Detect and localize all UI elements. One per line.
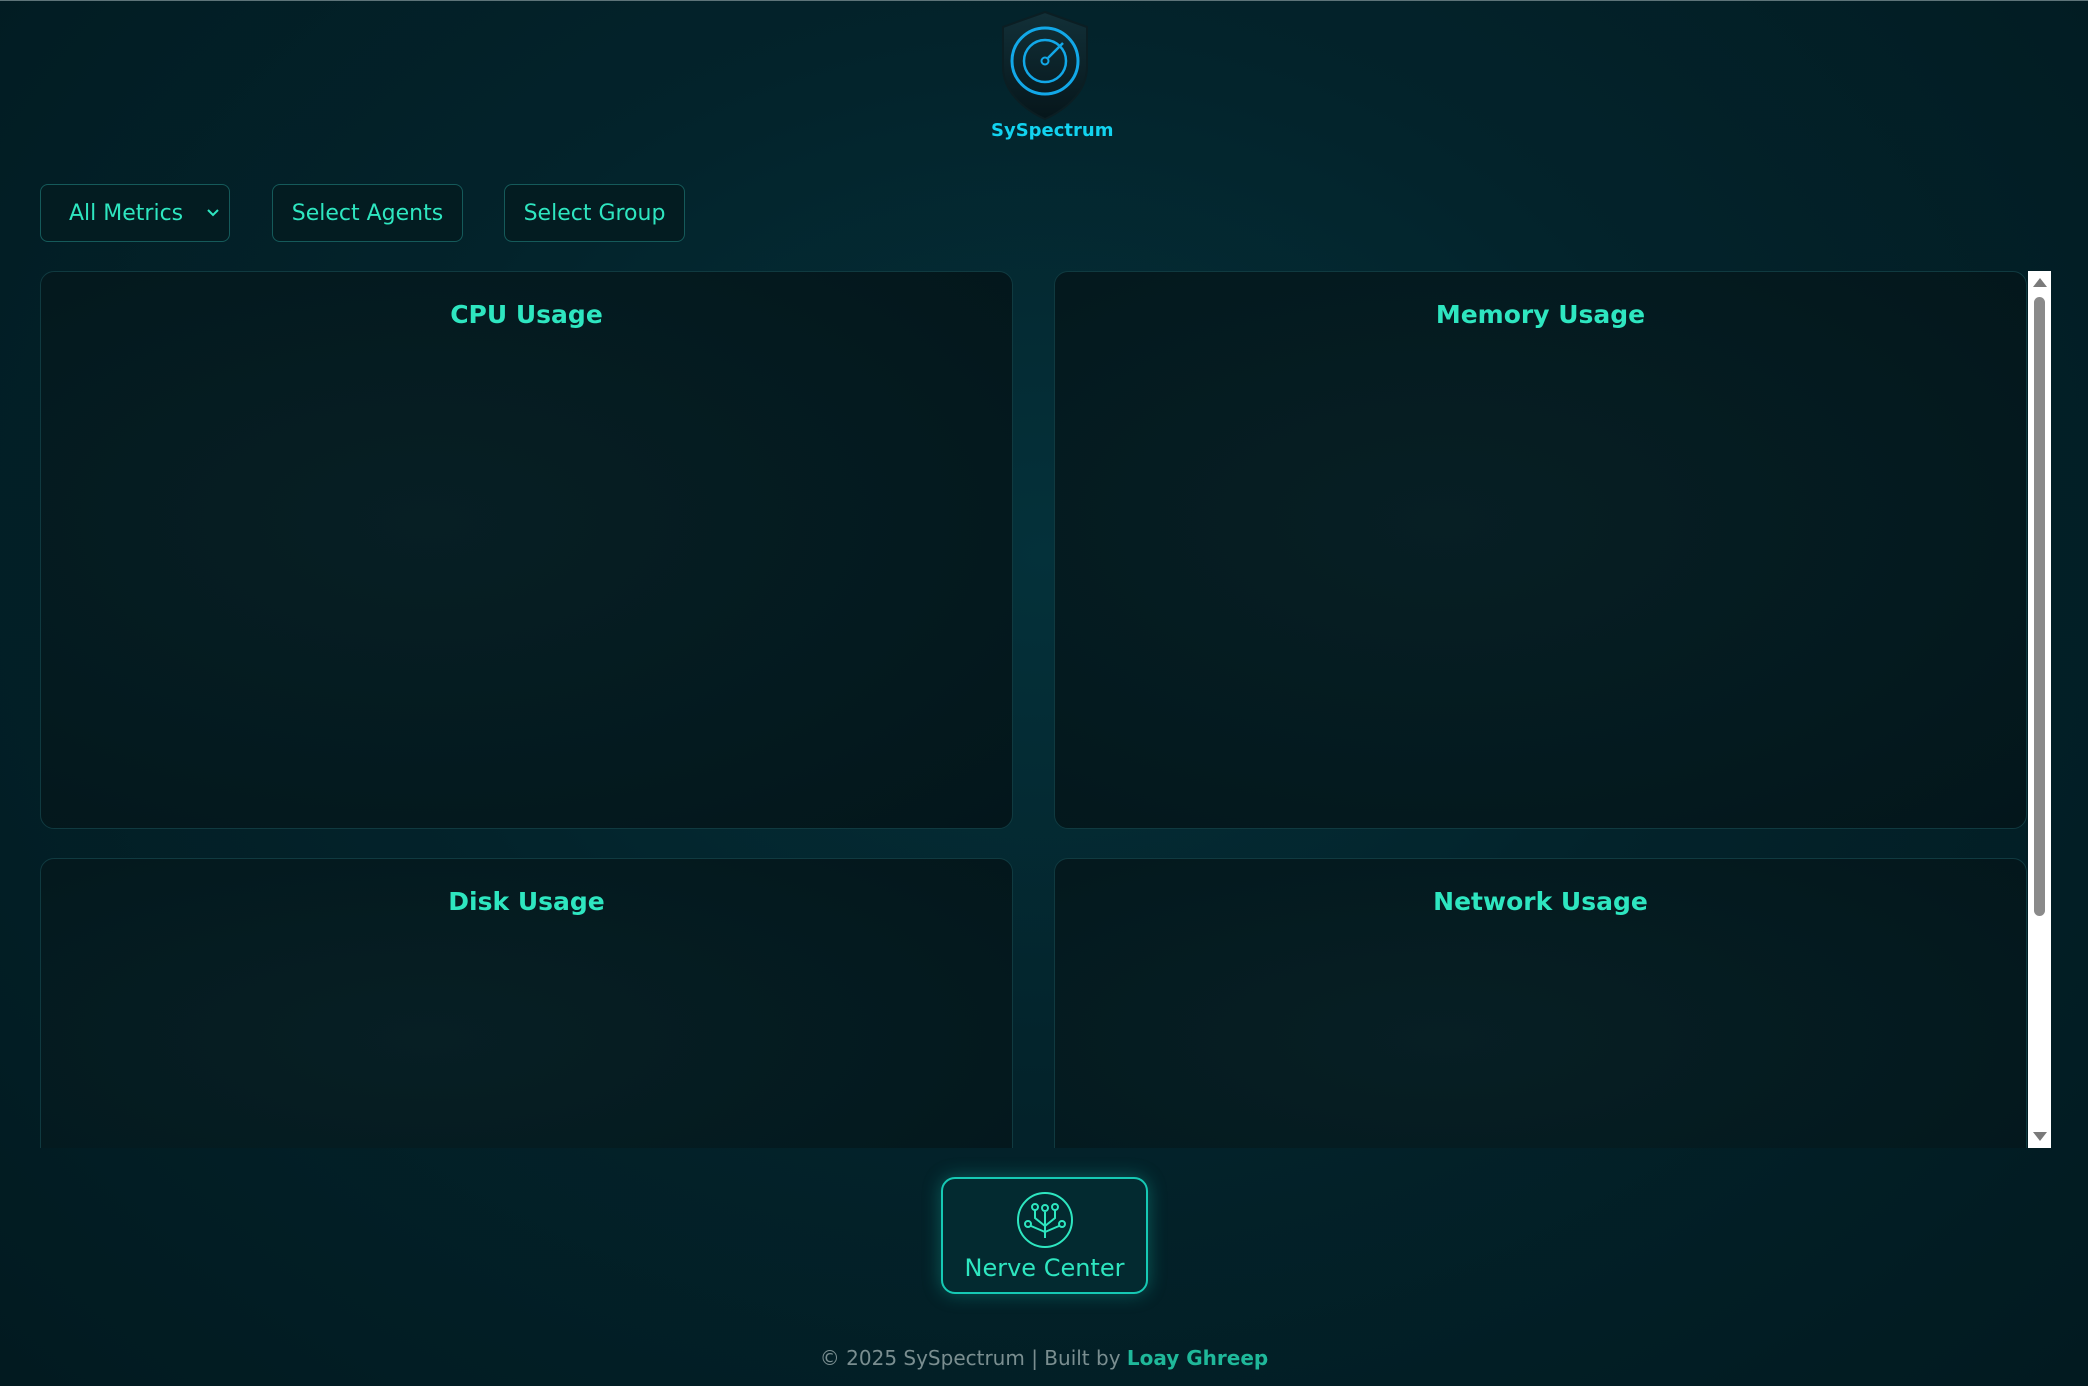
network-usage-card: Network Usage bbox=[1054, 858, 2027, 1148]
card-title: CPU Usage bbox=[450, 300, 603, 329]
cpu-usage-card: CPU Usage bbox=[40, 271, 1013, 829]
select-agents-label: Select Agents bbox=[291, 200, 444, 226]
circuit-tree-icon bbox=[1017, 1192, 1073, 1248]
scrollbar-thumb[interactable] bbox=[2034, 297, 2045, 916]
shield-radar-icon bbox=[1001, 10, 1088, 121]
metrics-panel: CPU Usage Memory Usage Disk Usage Networ… bbox=[40, 271, 2051, 1148]
brand-name: SySpectrum bbox=[991, 120, 1114, 141]
card-title: Disk Usage bbox=[448, 887, 605, 916]
scroll-up-arrow[interactable] bbox=[2033, 278, 2047, 287]
app-logo: SySpectrum bbox=[991, 9, 1114, 147]
nerve-center-label: Nerve Center bbox=[964, 1254, 1125, 1282]
footer-author-link[interactable]: Loay Ghreep bbox=[1127, 1346, 1268, 1370]
scroll-down-arrow[interactable] bbox=[2033, 1132, 2047, 1141]
select-group-label: Select Group bbox=[523, 200, 666, 226]
card-title: Network Usage bbox=[1433, 887, 1648, 916]
metrics-select[interactable]: All Metrics bbox=[40, 184, 230, 242]
nerve-center-button[interactable]: Nerve Center bbox=[941, 1177, 1148, 1294]
disk-usage-card: Disk Usage bbox=[40, 858, 1013, 1148]
metrics-select-value: All Metrics bbox=[69, 200, 184, 226]
footer: © 2025 SySpectrum | Built by Loay Ghreep bbox=[0, 1346, 2088, 1370]
card-title: Memory Usage bbox=[1435, 300, 1646, 329]
vertical-scrollbar[interactable] bbox=[2028, 271, 2051, 1148]
select-group-button[interactable]: Select Group bbox=[504, 184, 685, 242]
select-agents-button[interactable]: Select Agents bbox=[272, 184, 463, 242]
memory-usage-card: Memory Usage bbox=[1054, 271, 2027, 829]
chevron-down-icon bbox=[207, 209, 219, 217]
footer-text: © 2025 SySpectrum | Built by bbox=[819, 1346, 1127, 1370]
